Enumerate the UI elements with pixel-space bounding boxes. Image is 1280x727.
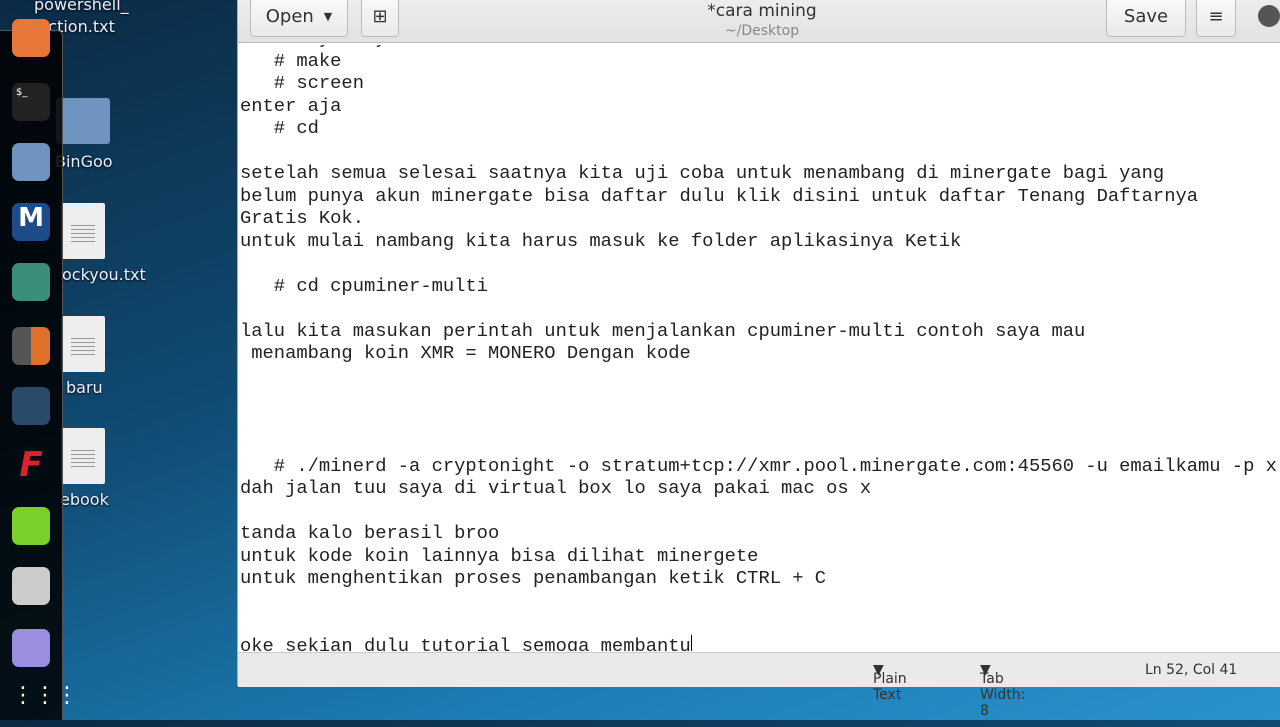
text-line: dah jalan tuu saya di virtual box lo say…	[240, 477, 872, 499]
text-file-icon[interactable]	[61, 316, 105, 372]
text-line: oke sekian dulu tutorial semoga membantu	[240, 634, 691, 652]
keyboard-icon[interactable]	[12, 567, 50, 605]
text-line: Gratis Kok.	[240, 207, 364, 229]
gedit-icon[interactable]	[12, 629, 50, 667]
text-line: enter aja	[240, 94, 342, 117]
folder-icon[interactable]	[56, 98, 110, 144]
text-line: belum punya akun minergate bisa daftar d…	[240, 184, 1198, 207]
leafpad-icon[interactable]	[12, 507, 50, 545]
app-grid-icon[interactable]: ⋮⋮⋮	[12, 685, 78, 727]
status-bar: Plain Text ▼ Tab Width: 8 ▼ Ln 52, Col 4…	[238, 652, 1280, 719]
header-bar: Open ▼ ⊞ *cara mining ~/Desktop Save ≡	[238, 0, 1280, 43]
text-line: untuk menghentikan proses penambangan ke…	[240, 567, 827, 589]
text-file-icon[interactable]	[61, 428, 105, 484]
text-cursor	[690, 634, 692, 651]
desktop-label-ebook[interactable]: ebook	[60, 490, 109, 509]
text-line: # cd	[240, 117, 319, 139]
text-line: untuk kode koin lainnya bisa dilihat min…	[240, 544, 759, 567]
text-line: # ./y ./y	[240, 45, 387, 49]
document-text[interactable]: # ./y ./y # make # screen enter aja # cd…	[240, 45, 1280, 651]
metasploit-icon[interactable]: M	[12, 203, 50, 241]
text-line: menambang koin XMR = MONERO Dengan kode	[240, 342, 691, 364]
cursor-position: Ln 52, Col 41	[1145, 662, 1238, 678]
text-line: setelah semua selesai saatnya kita uji c…	[240, 162, 1165, 184]
text-line: # make	[240, 49, 342, 72]
terminal-icon[interactable]: $_	[12, 83, 50, 121]
language-selector[interactable]: Plain Text ▼	[873, 662, 907, 703]
faraday-icon[interactable]: F	[12, 445, 50, 485]
desktop-label-baru[interactable]: baru	[66, 378, 103, 397]
minimize-icon[interactable]	[1258, 5, 1280, 27]
text-file-icon[interactable]	[61, 203, 105, 259]
tab-width-selector[interactable]: Tab Width: 8 ▼	[980, 662, 1025, 719]
desktop-label-rockyou[interactable]: ockyou.txt	[62, 265, 146, 284]
files-icon[interactable]	[12, 143, 50, 181]
desktop-label-bingoo[interactable]: BinGoo	[55, 152, 113, 171]
text-editor-window: Open ▼ ⊞ *cara mining ~/Desktop Save ≡ # …	[237, 0, 1280, 719]
text-line: tanda kalo berasil broo	[240, 522, 500, 544]
hamburger-icon: ≡	[1208, 5, 1224, 27]
armitage-icon[interactable]	[12, 263, 50, 301]
firefox-icon[interactable]	[12, 19, 50, 57]
text-line: lalu kita masukan perintah untuk menjala…	[240, 319, 1086, 342]
text-area[interactable]: # ./y ./y # make # screen enter aja # cd…	[240, 45, 1280, 651]
dock: $_ M F ⋮⋮⋮	[0, 19, 78, 720]
burpsuite-icon[interactable]	[12, 327, 50, 365]
save-button[interactable]: Save	[1106, 0, 1186, 37]
text-line: # ./minerd -a cryptonight -o stratum+tcp…	[240, 454, 1277, 477]
maltego-icon[interactable]	[12, 387, 50, 425]
text-line: untuk mulai nambang kita harus masuk ke …	[240, 229, 962, 252]
text-line: # cd cpuminer-multi	[240, 274, 488, 297]
text-line: # screen	[240, 72, 364, 94]
menu-button[interactable]: ≡	[1196, 0, 1236, 37]
